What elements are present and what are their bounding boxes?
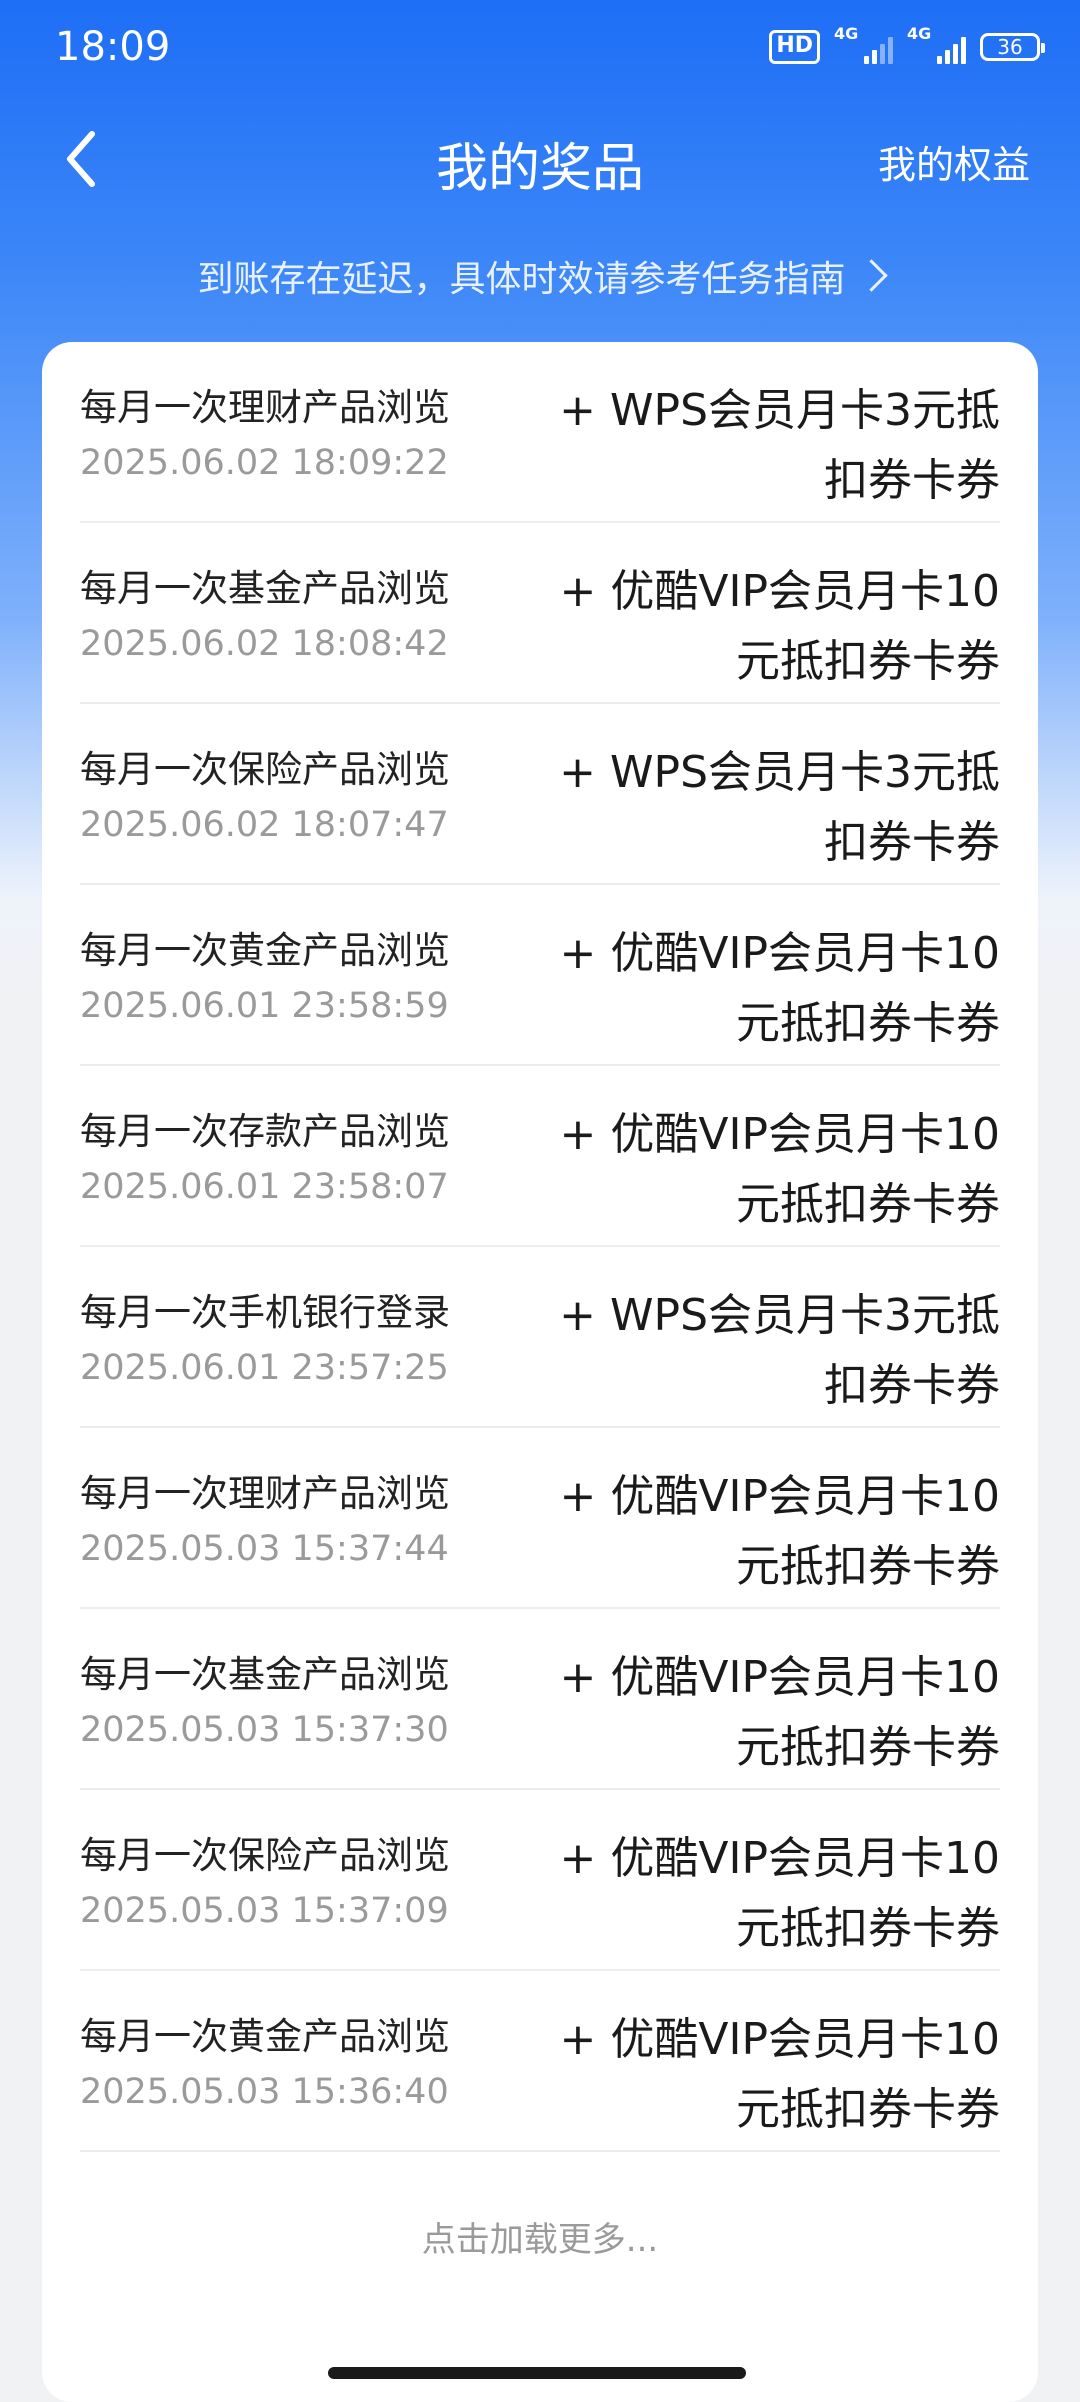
reward-task: 每月一次基金产品浏览 — [80, 567, 450, 610]
signal-icon: 4G — [834, 24, 893, 64]
reward-time: 2025.05.03 15:36:40 — [80, 2072, 449, 2112]
reward-time: 2025.06.02 18:09:22 — [80, 443, 449, 483]
reward-time: 2025.05.03 15:37:44 — [80, 1529, 449, 1569]
reward-prize: + 优酷VIP会员月卡10元抵扣券卡券 — [559, 1109, 1000, 1230]
reward-row: 每月一次基金产品浏览 2025.06.02 18:08:42 + 优酷VIP会员… — [80, 523, 1000, 704]
reward-task: 每月一次保险产品浏览 — [80, 1834, 450, 1877]
reward-row: 每月一次存款产品浏览 2025.06.01 23:58:07 + 优酷VIP会员… — [80, 1066, 1000, 1247]
reward-prize: + 优酷VIP会员月卡10元抵扣券卡券 — [559, 1471, 1000, 1592]
status-time: 18:09 — [55, 24, 171, 70]
network-type-label: 4G — [834, 24, 859, 43]
reward-task: 每月一次理财产品浏览 — [80, 386, 450, 429]
reward-row: 每月一次黄金产品浏览 2025.06.01 23:58:59 + 优酷VIP会员… — [80, 885, 1000, 1066]
reward-time: 2025.06.01 23:58:07 — [80, 1167, 449, 1207]
my-benefits-link[interactable]: 我的权益 — [878, 134, 1030, 189]
reward-time: 2025.05.03 15:37:09 — [80, 1891, 449, 1931]
home-indicator[interactable] — [328, 2367, 746, 2379]
reward-prize: + 优酷VIP会员月卡10元抵扣券卡券 — [559, 928, 1000, 1049]
reward-task: 每月一次理财产品浏览 — [80, 1472, 450, 1515]
reward-row: 每月一次基金产品浏览 2025.05.03 15:37:30 + 优酷VIP会员… — [80, 1609, 1000, 1790]
rewards-card: 每月一次理财产品浏览 2025.06.02 18:09:22 + WPS会员月卡… — [42, 342, 1038, 2402]
reward-row: 每月一次理财产品浏览 2025.05.03 15:37:44 + 优酷VIP会员… — [80, 1428, 1000, 1609]
reward-time: 2025.06.02 18:07:47 — [80, 805, 449, 845]
load-more-button[interactable]: 点击加载更多... — [42, 2212, 1038, 2261]
reward-time: 2025.06.01 23:58:59 — [80, 986, 449, 1026]
reward-prize: + 优酷VIP会员月卡10元抵扣券卡券 — [559, 566, 1000, 687]
back-button[interactable] — [52, 124, 122, 194]
reward-task: 每月一次存款产品浏览 — [80, 1110, 450, 1153]
reward-row: 每月一次黄金产品浏览 2025.05.03 15:36:40 + 优酷VIP会员… — [80, 1971, 1000, 2152]
delay-notice-text: 到账存在延迟，具体时效请参考任务指南 — [197, 259, 846, 300]
hd-voice-icon: HD — [769, 30, 820, 64]
reward-task: 每月一次黄金产品浏览 — [80, 2015, 450, 2058]
reward-row: 每月一次保险产品浏览 2025.05.03 15:37:09 + 优酷VIP会员… — [80, 1790, 1000, 1971]
rewards-list: 每月一次理财产品浏览 2025.06.02 18:09:22 + WPS会员月卡… — [80, 342, 1000, 2152]
chevron-right-icon — [854, 259, 888, 292]
reward-prize: + 优酷VIP会员月卡10元抵扣券卡券 — [559, 2014, 1000, 2135]
reward-prize: + WPS会员月卡3元抵扣券卡券 — [559, 747, 1000, 868]
reward-prize: + 优酷VIP会员月卡10元抵扣券卡券 — [559, 1652, 1000, 1773]
reward-task: 每月一次黄金产品浏览 — [80, 929, 450, 972]
reward-row: 每月一次保险产品浏览 2025.06.02 18:07:47 + WPS会员月卡… — [80, 704, 1000, 885]
reward-prize: + WPS会员月卡3元抵扣券卡券 — [559, 385, 1000, 506]
signal-icon-2: 4G — [907, 24, 966, 64]
reward-prize: + WPS会员月卡3元抵扣券卡券 — [559, 1290, 1000, 1411]
battery-icon: 36 — [980, 33, 1045, 61]
reward-time: 2025.06.02 18:08:42 — [80, 624, 449, 664]
reward-time: 2025.05.03 15:37:30 — [80, 1710, 449, 1750]
reward-time: 2025.06.01 23:57:25 — [80, 1348, 449, 1388]
reward-prize: + 优酷VIP会员月卡10元抵扣券卡券 — [559, 1833, 1000, 1954]
status-icons: HD 4G 4G 36 — [769, 24, 1045, 64]
chevron-left-icon — [67, 131, 95, 187]
network-type-label-2: 4G — [907, 24, 932, 43]
delay-notice-link[interactable]: 到账存在延迟，具体时效请参考任务指南 — [0, 250, 1080, 302]
reward-row: 每月一次理财产品浏览 2025.06.02 18:09:22 + WPS会员月卡… — [80, 342, 1000, 523]
status-bar: 18:09 HD 4G 4G 36 — [0, 0, 1080, 100]
nav-bar: 我的奖品 我的权益 — [0, 100, 1080, 218]
reward-task: 每月一次基金产品浏览 — [80, 1653, 450, 1696]
reward-task: 每月一次保险产品浏览 — [80, 748, 450, 791]
reward-row: 每月一次手机银行登录 2025.06.01 23:57:25 + WPS会员月卡… — [80, 1247, 1000, 1428]
reward-task: 每月一次手机银行登录 — [80, 1291, 450, 1334]
